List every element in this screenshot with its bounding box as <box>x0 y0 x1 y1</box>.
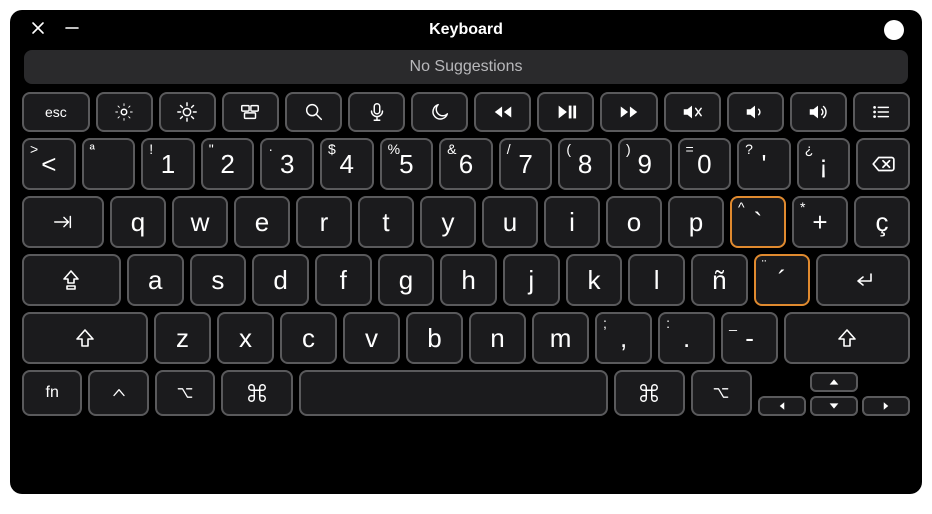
key-return[interactable] <box>816 254 910 306</box>
key-dead-acute[interactable]: ¨´ <box>754 254 811 306</box>
key-w[interactable]: w <box>172 196 228 248</box>
key-dead-grave[interactable]: ^` <box>730 196 786 248</box>
key-right-command[interactable] <box>614 370 686 416</box>
key-plus[interactable]: *+ <box>792 196 848 248</box>
keyboard-viewer-window: Keyboard No Suggestions esc <box>10 10 922 494</box>
key-p[interactable]: p <box>668 196 724 248</box>
key-backspace[interactable] <box>856 138 910 190</box>
key-left-command[interactable] <box>221 370 293 416</box>
key-period[interactable]: :. <box>658 312 715 364</box>
key-l[interactable]: l <box>628 254 685 306</box>
key-spotlight[interactable] <box>285 92 342 132</box>
key-i[interactable]: i <box>544 196 600 248</box>
function-row: esc <box>22 92 910 132</box>
key-a[interactable]: a <box>127 254 184 306</box>
key-control[interactable] <box>88 370 148 416</box>
key-x[interactable]: x <box>217 312 274 364</box>
key-0[interactable]: =0 <box>678 138 732 190</box>
key-f[interactable]: f <box>315 254 372 306</box>
suggestions-bar: No Suggestions <box>24 50 908 84</box>
more-options-icon[interactable] <box>884 20 904 40</box>
key-7[interactable]: /7 <box>499 138 553 190</box>
key-4[interactable]: $4 <box>320 138 374 190</box>
key-left-shift[interactable] <box>22 312 148 364</box>
key-fn[interactable]: fn <box>22 370 82 416</box>
key-dictation[interactable] <box>348 92 405 132</box>
key-3[interactable]: ·3 <box>260 138 314 190</box>
key-label: fn <box>46 384 59 402</box>
key-9[interactable]: )9 <box>618 138 672 190</box>
key-c-cedilla[interactable]: ç <box>854 196 910 248</box>
key-volume-down[interactable] <box>727 92 784 132</box>
window-title: Keyboard <box>18 21 914 39</box>
key-play-pause[interactable] <box>537 92 594 132</box>
key-left-option[interactable] <box>155 370 215 416</box>
key-n[interactable]: n <box>469 312 526 364</box>
key-right-shift[interactable] <box>784 312 910 364</box>
asdf-row: a s d f g h j k l ñ ¨´ <box>22 254 910 306</box>
key-e[interactable]: e <box>234 196 290 248</box>
key-apostrophe[interactable]: ?' <box>737 138 791 190</box>
modifier-row: fn <box>22 370 910 416</box>
key-caps-lock[interactable] <box>22 254 121 306</box>
key-k[interactable]: k <box>566 254 623 306</box>
key-esc[interactable]: esc <box>22 92 90 132</box>
key-dash[interactable]: _- <box>721 312 778 364</box>
key-1[interactable]: !1 <box>141 138 195 190</box>
key-brightness-down[interactable] <box>96 92 153 132</box>
key-arrow-left[interactable] <box>758 396 806 416</box>
key-s[interactable]: s <box>190 254 247 306</box>
suggestions-text: No Suggestions <box>410 58 523 76</box>
key-volume-up[interactable] <box>790 92 847 132</box>
key-r[interactable]: r <box>296 196 352 248</box>
key-j[interactable]: j <box>503 254 560 306</box>
key-list[interactable] <box>853 92 910 132</box>
key-label: esc <box>45 104 67 120</box>
key-8[interactable]: (8 <box>558 138 612 190</box>
key-2[interactable]: "2 <box>201 138 255 190</box>
key-5[interactable]: %5 <box>380 138 434 190</box>
key-d[interactable]: d <box>252 254 309 306</box>
key-q[interactable]: q <box>110 196 166 248</box>
key-t[interactable]: t <box>358 196 414 248</box>
key-h[interactable]: h <box>440 254 497 306</box>
keyboard-grid: esc >< ª !1 "2 ·3 $4 %5 &6 /7 (8 <box>18 92 914 416</box>
key-o[interactable]: o <box>606 196 662 248</box>
key-do-not-disturb[interactable] <box>411 92 468 132</box>
zxcv-row: z x c v b n m ;, :. _- <box>22 312 910 364</box>
key-mission-control[interactable] <box>222 92 279 132</box>
key-enye[interactable]: ñ <box>691 254 748 306</box>
key-6[interactable]: &6 <box>439 138 493 190</box>
key-arrow-down[interactable] <box>810 396 858 416</box>
titlebar: Keyboard <box>18 16 914 44</box>
key-g[interactable]: g <box>378 254 435 306</box>
key-brightness-up[interactable] <box>159 92 216 132</box>
key-comma[interactable]: ;, <box>595 312 652 364</box>
number-row: >< ª !1 "2 ·3 $4 %5 &6 /7 (8 )9 =0 ?' ¿¡ <box>22 138 910 190</box>
key-tab[interactable] <box>22 196 104 248</box>
key-fast-forward[interactable] <box>600 92 657 132</box>
key-space[interactable] <box>299 370 608 416</box>
key-b[interactable]: b <box>406 312 463 364</box>
titlebar-right <box>884 20 904 40</box>
qwerty-row: q w e r t y u i o p ^` *+ ç <box>22 196 910 248</box>
key-y[interactable]: y <box>420 196 476 248</box>
key-arrow-right[interactable] <box>862 396 910 416</box>
key-z[interactable]: z <box>154 312 211 364</box>
key-m[interactable]: m <box>532 312 589 364</box>
key-rewind[interactable] <box>474 92 531 132</box>
key-arrow-up[interactable] <box>810 372 858 392</box>
key-c[interactable]: c <box>280 312 337 364</box>
key-u[interactable]: u <box>482 196 538 248</box>
key-right-option[interactable] <box>691 370 751 416</box>
arrow-key-cluster <box>758 370 910 416</box>
key-v[interactable]: v <box>343 312 400 364</box>
key-inverted-exclaim[interactable]: ¿¡ <box>797 138 851 190</box>
key-ordinal[interactable]: ª <box>82 138 136 190</box>
key-angle-bracket[interactable]: >< <box>22 138 76 190</box>
key-mute[interactable] <box>664 92 721 132</box>
